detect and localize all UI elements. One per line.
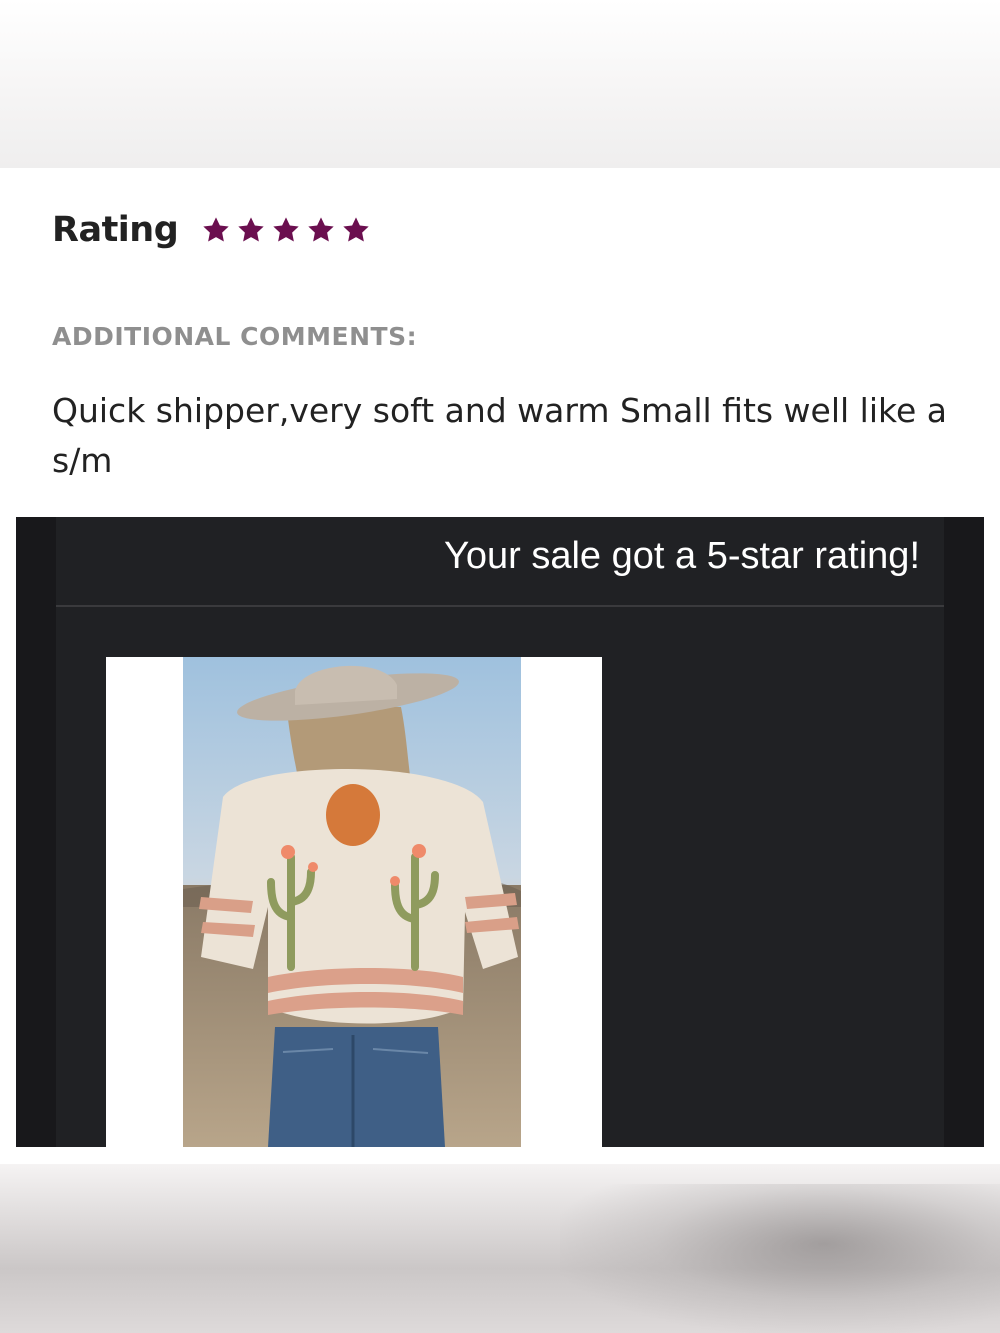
email-body: Your sale got a 5-star rating! (56, 517, 944, 1147)
product-image-frame[interactable] (106, 657, 602, 1147)
review-comment: Quick shipper,very soft and warm Small f… (52, 391, 947, 480)
additional-comments-heading: ADDITIONAL COMMENTS: (52, 322, 418, 351)
star-rating (200, 214, 372, 246)
email-title: Your sale got a 5-star rating! (444, 535, 920, 577)
star-icon (343, 217, 369, 242)
star-icon (203, 217, 229, 242)
top-background (0, 0, 1000, 168)
star-icon (273, 217, 299, 242)
email-screenshot: Your sale got a 5-star rating! (16, 517, 984, 1147)
bottom-background (0, 1164, 1000, 1333)
email-header: Your sale got a 5-star rating! (56, 517, 944, 607)
rating-row: Rating (52, 206, 372, 254)
star-icon (238, 217, 264, 242)
product-photo[interactable] (183, 657, 521, 1147)
star-icon (308, 217, 334, 242)
rating-label: Rating (52, 210, 179, 250)
